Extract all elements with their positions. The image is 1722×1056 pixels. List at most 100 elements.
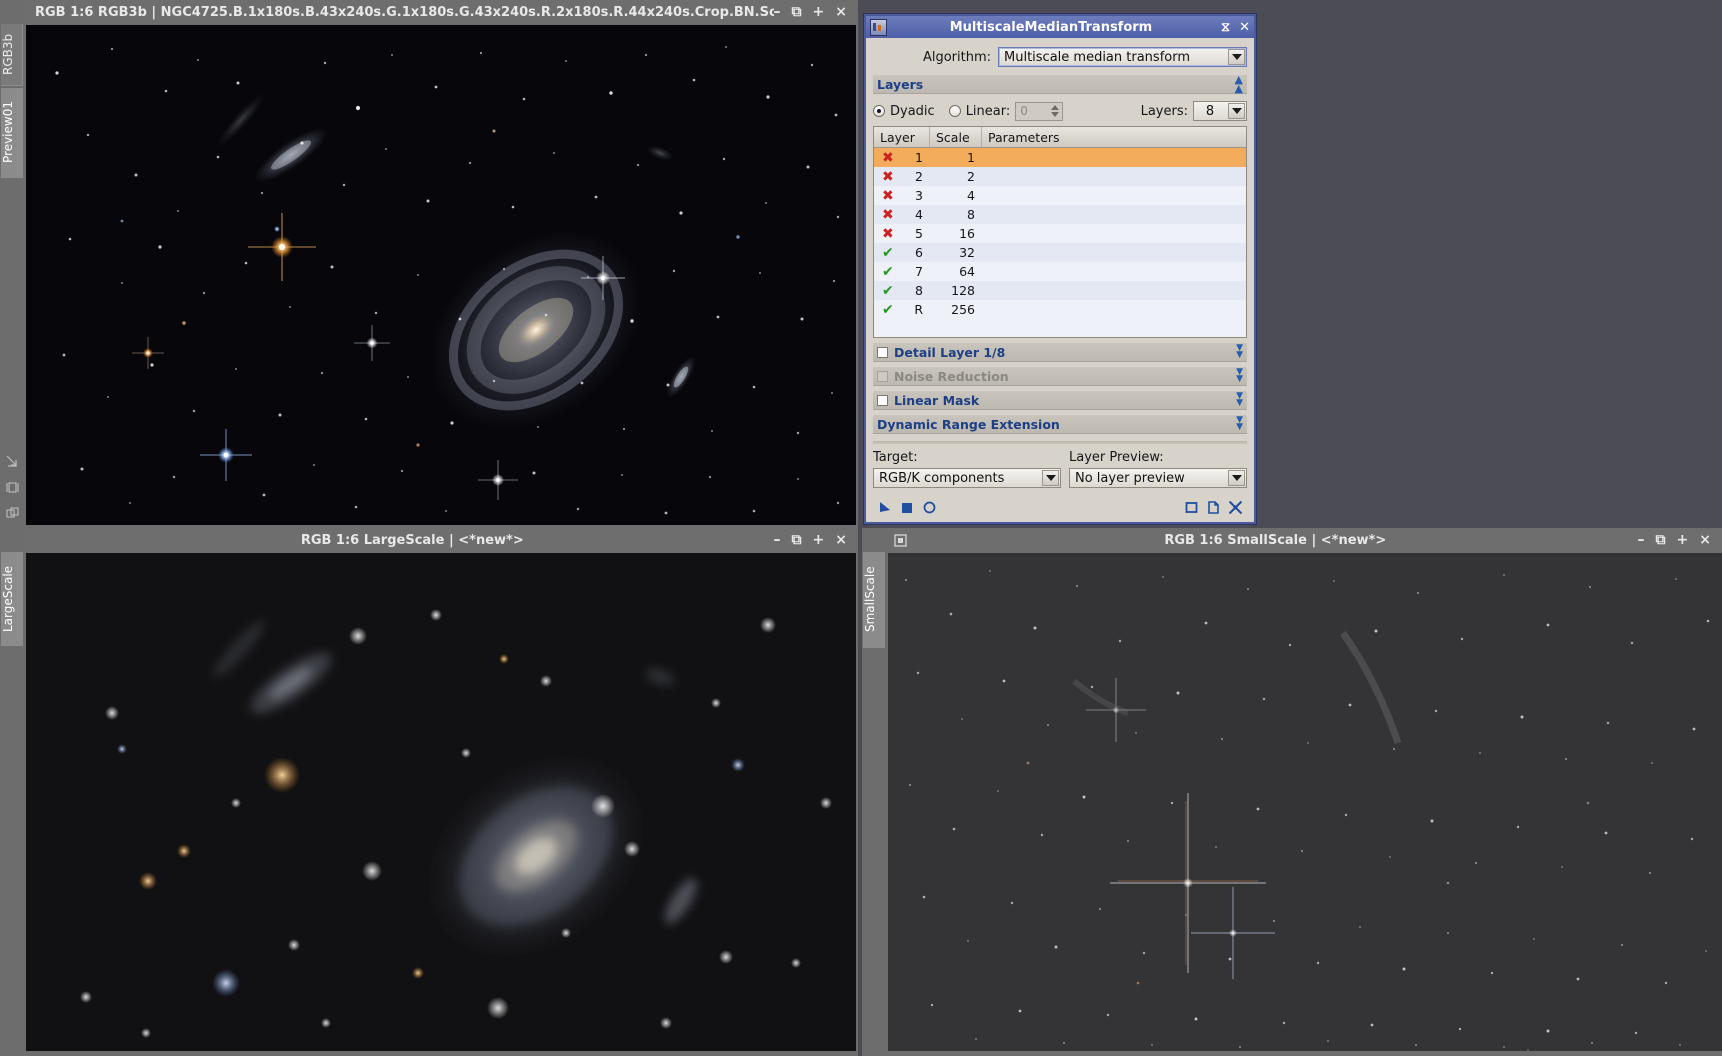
minimize-button[interactable]: – bbox=[774, 533, 781, 547]
apply-icon[interactable] bbox=[874, 497, 896, 517]
new-instance-icon[interactable] bbox=[1180, 497, 1202, 517]
largescale-controls: – ⧉ + × bbox=[774, 533, 858, 547]
layers-section-header[interactable]: Layers ▲ ▲ bbox=[873, 74, 1247, 94]
sidebar-item-smallscale[interactable]: SmallScale bbox=[863, 552, 885, 648]
chevron-down-double-icon[interactable]: ▼ ▼ bbox=[1236, 344, 1243, 360]
section-linear-mask[interactable]: Linear Mask ▼ ▼ bbox=[873, 391, 1247, 410]
scale-cell: 8 bbox=[967, 207, 975, 222]
duplicate-icon[interactable] bbox=[5, 507, 19, 520]
scale-cell: 64 bbox=[959, 264, 975, 279]
linear-count-stepper[interactable]: 0 bbox=[1015, 101, 1064, 121]
chevron-down-double-icon[interactable]: ▼ ▼ bbox=[1236, 416, 1243, 432]
apply-global-icon[interactable] bbox=[896, 497, 918, 517]
layer-number: 1 bbox=[915, 150, 923, 165]
multiscale-median-transform-dialog[interactable]: MultiscaleMedianTransform ⧖ ✕ Algorithm:… bbox=[864, 14, 1256, 524]
layer-preview-value: No layer preview bbox=[1075, 470, 1185, 486]
layer-preview-select[interactable]: No layer preview bbox=[1069, 468, 1247, 488]
main-image-canvas[interactable] bbox=[26, 25, 856, 525]
table-row[interactable]: ✖ 3 4 bbox=[874, 186, 1246, 205]
table-row[interactable]: ✔ 7 64 bbox=[874, 262, 1246, 281]
browse-documentation-icon[interactable] bbox=[1202, 497, 1224, 517]
image-window-smallscale[interactable]: SmallScale RGB 1:6 SmallScale | <*new*> … bbox=[862, 528, 1722, 1056]
target-select[interactable]: RGB/K components bbox=[873, 468, 1061, 488]
section-noise-reduction[interactable]: Noise Reduction ▼ ▼ bbox=[873, 367, 1247, 386]
linear-radio[interactable] bbox=[948, 105, 961, 117]
table-row[interactable]: ✖ 5 16 bbox=[874, 224, 1246, 243]
section-list: Detail Layer 1/8 ▼ ▼ Noise Reduction ▼ ▼ Linea… bbox=[873, 343, 1247, 434]
expand-button[interactable]: + bbox=[813, 5, 825, 19]
expand-button[interactable]: + bbox=[1677, 533, 1689, 547]
sidebar-item-largescale[interactable]: LargeScale bbox=[1, 552, 23, 646]
zoom-fit-icon[interactable] bbox=[6, 455, 19, 468]
table-row[interactable]: ✔ R 256 bbox=[874, 300, 1246, 319]
table-row[interactable]: ✖ 2 2 bbox=[874, 167, 1246, 186]
largescale-titlebar[interactable]: RGB 1:6 LargeScale | <*new*> – ⧉ + × bbox=[25, 528, 858, 552]
cross-icon[interactable]: ✖ bbox=[882, 208, 894, 222]
close-button[interactable]: × bbox=[1699, 533, 1711, 547]
sidebar-item-preview01[interactable]: Preview01 bbox=[1, 88, 23, 178]
table-row[interactable]: ✔ 6 32 bbox=[874, 243, 1246, 262]
maximize-button[interactable]: ⧉ bbox=[792, 5, 802, 19]
dialog-titlebar[interactable]: MultiscaleMedianTransform ⧖ ✕ bbox=[866, 16, 1254, 38]
sidebar-item-rgb3b[interactable]: RGB3b bbox=[1, 24, 23, 86]
chevron-down-icon[interactable] bbox=[1228, 470, 1245, 486]
largescale-image-canvas[interactable] bbox=[26, 553, 856, 1051]
layers-table[interactable]: Layer Scale Parameters ✖ 1 1 ✖ 2 2 ✖ 3 4 ✖ 4 8 ✖ 5 16 ✔… bbox=[873, 126, 1247, 338]
layers-count-select[interactable]: 8 bbox=[1193, 101, 1247, 121]
stepper-arrows[interactable] bbox=[1048, 103, 1061, 120]
cross-icon[interactable]: ✖ bbox=[882, 151, 894, 165]
chevron-down-icon[interactable] bbox=[1228, 103, 1245, 119]
reset-all-icon[interactable] bbox=[1224, 497, 1246, 517]
chevron-down-icon[interactable] bbox=[1228, 49, 1245, 65]
expand-button[interactable]: + bbox=[813, 533, 825, 547]
reset-icon[interactable] bbox=[918, 497, 940, 517]
maximize-button[interactable]: ⧉ bbox=[792, 533, 802, 547]
smallscale-title: RGB 1:6 SmallScale | <*new*> bbox=[1164, 532, 1387, 548]
chevron-down-double-icon[interactable]: ▼ ▼ bbox=[1236, 368, 1243, 384]
layers-count-label: Layers: bbox=[1140, 103, 1188, 119]
largescale-title: RGB 1:6 LargeScale | <*new*> bbox=[300, 532, 524, 548]
algorithm-select[interactable]: Multiscale median transform bbox=[998, 47, 1247, 67]
minimize-button[interactable]: – bbox=[774, 5, 781, 19]
table-row[interactable]: ✖ 4 8 bbox=[874, 205, 1246, 224]
check-icon[interactable]: ✔ bbox=[882, 303, 894, 317]
table-row[interactable]: ✔ 8 128 bbox=[874, 281, 1246, 300]
close-button[interactable]: × bbox=[835, 533, 847, 547]
astro-image-smallscale bbox=[888, 553, 1722, 1051]
minimize-button[interactable]: – bbox=[1638, 533, 1645, 547]
section-checkbox[interactable] bbox=[877, 394, 888, 406]
dialog-close-button[interactable]: ✕ bbox=[1239, 20, 1250, 35]
frame-icon[interactable] bbox=[5, 481, 19, 494]
section-dynamic-range-extension[interactable]: Dynamic Range Extension ▼ ▼ bbox=[873, 415, 1247, 434]
scale-cell: 1 bbox=[967, 150, 975, 165]
scale-cell: 16 bbox=[959, 226, 975, 241]
chevron-down-double-icon[interactable]: ▼ ▼ bbox=[1236, 392, 1243, 408]
close-button[interactable]: × bbox=[835, 5, 847, 19]
cross-icon[interactable]: ✖ bbox=[882, 170, 894, 184]
chevron-up-double-icon[interactable]: ▲ ▲ bbox=[1235, 74, 1243, 94]
check-icon[interactable]: ✔ bbox=[882, 284, 894, 298]
layer-number: 7 bbox=[915, 264, 923, 279]
dyadic-radio[interactable] bbox=[873, 105, 885, 117]
roll-up-button[interactable]: ⧖ bbox=[1221, 20, 1230, 35]
section-checkbox[interactable] bbox=[877, 370, 888, 382]
layer-cell: ✔ 8 bbox=[874, 283, 930, 298]
maximize-button[interactable]: ⧉ bbox=[1656, 533, 1666, 547]
window-menu-icon[interactable] bbox=[887, 533, 913, 547]
layers-table-body: ✖ 1 1 ✖ 2 2 ✖ 3 4 ✖ 4 8 ✖ 5 16 ✔ 6 32 ✔ 7 64 ✔ 8 128 ✔ R 256 bbox=[874, 148, 1246, 337]
target-value: RGB/K components bbox=[879, 470, 1005, 486]
check-icon[interactable]: ✔ bbox=[882, 246, 894, 260]
image-window-main[interactable]: RGB3b Preview01 RGB 1:6 RGB3b | NGC4725.… bbox=[0, 0, 858, 546]
smallscale-image-canvas[interactable] bbox=[888, 553, 1722, 1051]
section-detail-layer-1-8[interactable]: Detail Layer 1/8 ▼ ▼ bbox=[873, 343, 1247, 362]
check-icon[interactable]: ✔ bbox=[882, 265, 894, 279]
section-checkbox[interactable] bbox=[877, 346, 888, 358]
main-window-titlebar[interactable]: RGB 1:6 RGB3b | NGC4725.B.1x180s.B.43x24… bbox=[25, 0, 858, 24]
chevron-down-icon[interactable] bbox=[1042, 470, 1059, 486]
image-window-largescale[interactable]: LargeScale RGB 1:6 LargeScale | <*new*> … bbox=[0, 528, 858, 1056]
smallscale-titlebar[interactable]: RGB 1:6 SmallScale | <*new*> – ⧉ + × bbox=[887, 528, 1722, 552]
cross-icon[interactable]: ✖ bbox=[882, 227, 894, 241]
cross-icon[interactable]: ✖ bbox=[882, 189, 894, 203]
layers-count-value: 8 bbox=[1205, 103, 1215, 119]
table-row[interactable]: ✖ 1 1 bbox=[874, 148, 1246, 167]
